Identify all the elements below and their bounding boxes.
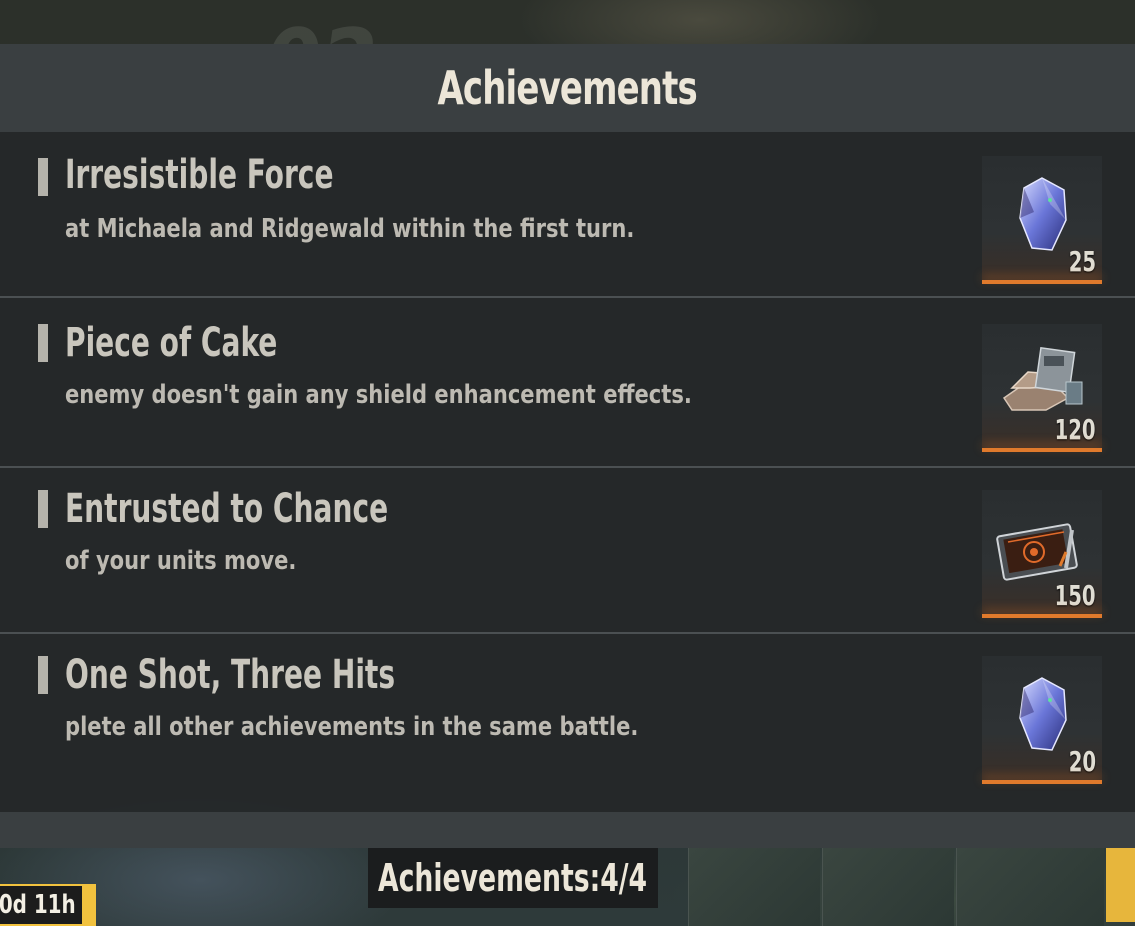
event-timer: 20d 11h <box>0 884 96 926</box>
map-tile <box>688 848 820 926</box>
row-marker <box>38 324 48 362</box>
achievement-name: Piece of Cake <box>65 320 278 366</box>
reward-quantity: 150 <box>1054 579 1096 612</box>
map-tile <box>956 848 1104 926</box>
achievement-name: Irresistible Force <box>65 152 334 198</box>
reward-slot[interactable]: 20 <box>982 656 1102 784</box>
row-marker <box>38 158 48 196</box>
reward-slot[interactable]: 25 <box>982 156 1102 284</box>
achievement-row[interactable]: Irresistible Force at Michaela and Ridge… <box>0 132 1135 298</box>
event-timer-text: 20d 11h <box>0 890 76 920</box>
panel-footer <box>0 812 1135 848</box>
map-tile <box>822 848 954 926</box>
reward-slot[interactable]: 150 <box>982 490 1102 618</box>
achievement-description: at Michaela and Ridgewald within the fir… <box>65 214 635 244</box>
reward-highlight <box>982 448 1102 452</box>
achievement-name: One Shot, Three Hits <box>65 652 396 698</box>
panel-title: Achievements <box>437 61 698 115</box>
achievements-summary-label: Achievements:4/4 <box>378 856 648 900</box>
reward-quantity: 25 <box>1068 245 1096 278</box>
achievement-description: enemy doesn't gain any shield enhancemen… <box>65 380 692 410</box>
panel-header: Achievements <box>0 44 1135 132</box>
reward-slot[interactable]: 120 <box>982 324 1102 452</box>
side-tab[interactable] <box>1106 848 1135 922</box>
achievement-row[interactable]: One Shot, Three Hits plete all other ach… <box>0 634 1135 800</box>
achievement-row[interactable]: Piece of Cake enemy doesn't gain any shi… <box>0 302 1135 468</box>
achievement-name: Entrusted to Chance <box>65 486 389 532</box>
achievement-row[interactable]: Entrusted to Chance of your units move. … <box>0 468 1135 634</box>
reward-highlight <box>982 280 1102 284</box>
row-marker <box>38 656 48 694</box>
achievements-summary[interactable]: Achievements:4/4 <box>368 848 658 908</box>
achievement-description: of your units move. <box>65 546 297 576</box>
row-marker <box>38 490 48 528</box>
reward-highlight <box>982 614 1102 618</box>
reward-quantity: 20 <box>1068 745 1096 778</box>
achievement-description: plete all other achievements in the same… <box>65 712 639 742</box>
event-timer-inner: 20d 11h <box>0 886 82 924</box>
reward-highlight <box>982 780 1102 784</box>
reward-quantity: 120 <box>1054 413 1096 446</box>
